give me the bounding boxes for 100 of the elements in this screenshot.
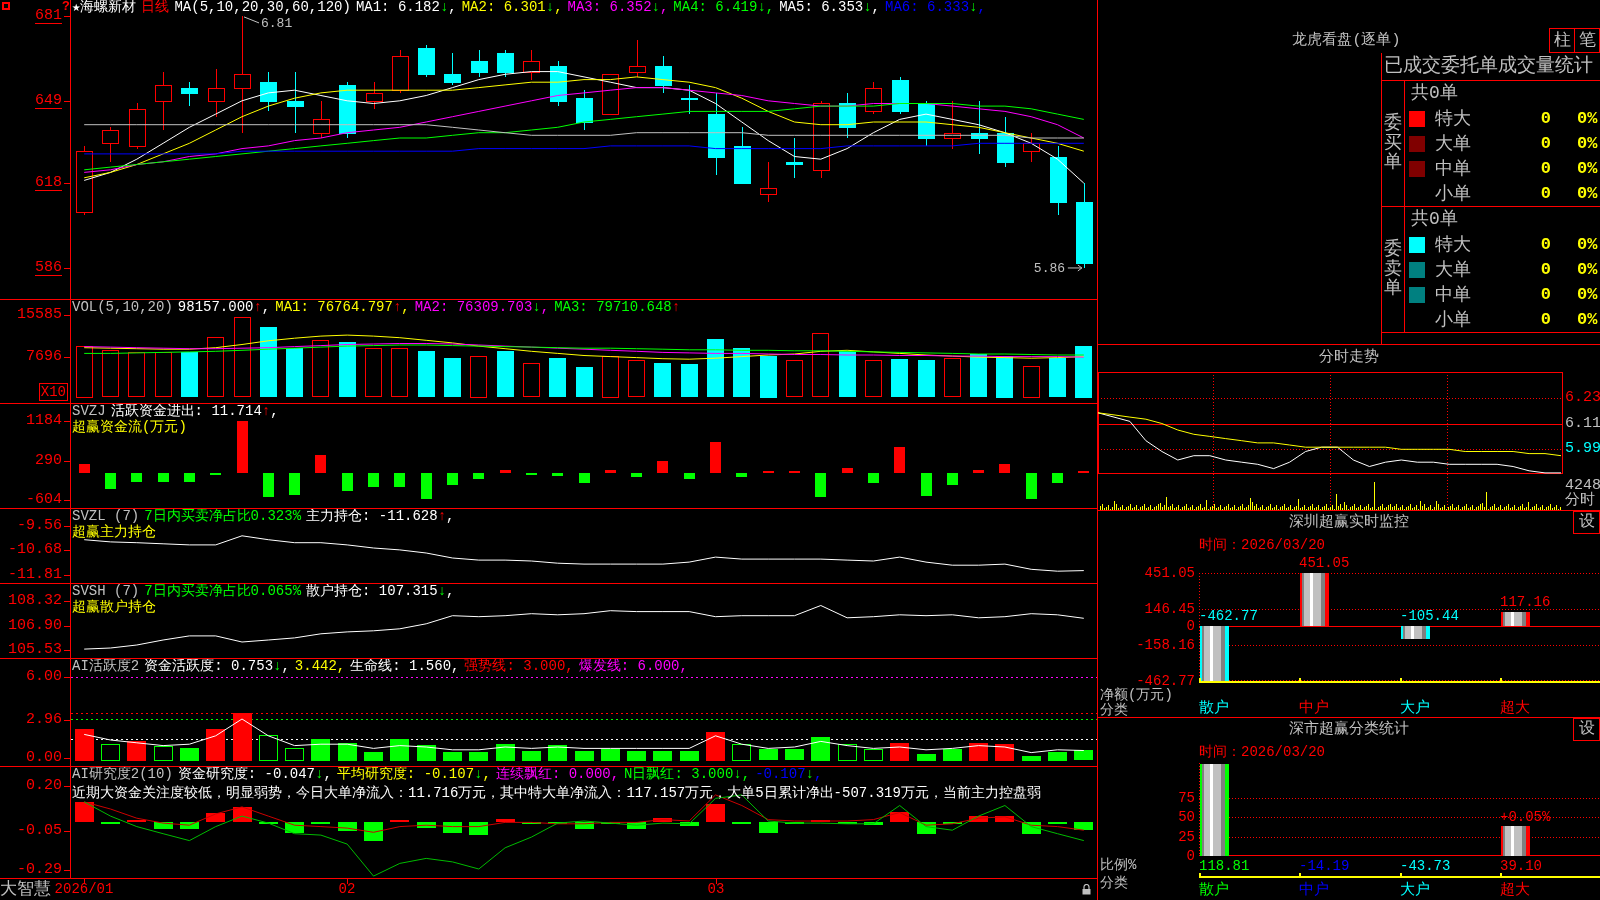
axis-label: 6.23 bbox=[1565, 390, 1600, 406]
table-title: 已成交委托单成交量统计 bbox=[1382, 53, 1600, 81]
order-size-label: 特大 bbox=[1435, 108, 1472, 129]
legend-item: N日飘红: 3.000↓, bbox=[624, 767, 751, 782]
legend-item: 散户持仓: 107.315↓, bbox=[306, 584, 455, 599]
value-label: -14.19 bbox=[1299, 858, 1350, 874]
order-size-label: 小单 bbox=[1435, 309, 1472, 330]
axis-label: 50 bbox=[1177, 809, 1195, 825]
date-label: 2026/01 bbox=[54, 880, 114, 899]
group-label: 委卖单 bbox=[1384, 239, 1402, 300]
legend-item: 7日内买卖净占比0.065% bbox=[144, 584, 302, 599]
legend-item: MA2: 76309.703↓, bbox=[414, 300, 550, 315]
axis-label: 1184 bbox=[26, 413, 62, 429]
category-label: 散户 bbox=[1199, 701, 1229, 717]
axis-label: 649 bbox=[35, 93, 62, 109]
order-share: 0% bbox=[1577, 285, 1598, 304]
high-price-annotation: 6.81 bbox=[243, 15, 293, 31]
axis-label: 105.53 bbox=[8, 642, 62, 658]
legend-item: SVSH (7) bbox=[72, 584, 140, 599]
change-annotation: +0.05% bbox=[1500, 809, 1551, 825]
order-count: 0 bbox=[1539, 260, 1551, 279]
axis-label: 618 bbox=[35, 175, 62, 191]
axis-label: 0 bbox=[1185, 618, 1195, 634]
axis-label: 681 bbox=[35, 8, 62, 24]
legend-item: -0.107↓, bbox=[755, 767, 823, 782]
chart-type-label: 分时 bbox=[1565, 493, 1595, 509]
axis-label: -0.29 bbox=[17, 862, 62, 878]
timestamp: 时间：2026/03/20 bbox=[1198, 743, 1326, 761]
value-label: 39.10 bbox=[1500, 858, 1542, 874]
category-label: 大户 bbox=[1400, 883, 1430, 899]
group-total: 共0单 bbox=[1410, 82, 1459, 105]
axis-label: 15585 bbox=[17, 307, 62, 323]
panel-title: 分时走势 bbox=[1318, 347, 1380, 368]
legend-item: MA1: 6.182↓, bbox=[355, 0, 457, 15]
axis-label: 106.90 bbox=[8, 618, 62, 634]
order-share: 0% bbox=[1577, 134, 1598, 153]
axis-label: 290 bbox=[35, 453, 62, 469]
group-total: 共0单 bbox=[1410, 208, 1459, 231]
axis-label: 146.45 bbox=[1143, 601, 1195, 617]
analysis-note: 近期大资金关注度较低，明显弱势，今日大单净流入：11.716万元，其中特大单净流入：117.157万元，大单5日累计净出-507.319万元，当前主力控盘弱 bbox=[72, 784, 1041, 802]
date-label: 03 bbox=[707, 880, 725, 899]
category-label: 中户 bbox=[1299, 701, 1329, 717]
legend-item: 活跃资金进出: 11.714↑, bbox=[110, 404, 279, 419]
legend-item: SVZL (7) bbox=[72, 509, 140, 524]
value-label: -43.73 bbox=[1400, 858, 1451, 874]
timestamp: 时间：2026/03/20 bbox=[1198, 536, 1326, 554]
legend-item: 3.442, bbox=[294, 659, 346, 674]
unit-label: X10 bbox=[38, 383, 68, 401]
value-label: 451.05 bbox=[1299, 555, 1350, 571]
axis-label: -9.56 bbox=[17, 518, 62, 534]
axis-title: 比例% bbox=[1100, 858, 1137, 873]
panel-title: 龙虎看盘(逐单) bbox=[1291, 30, 1402, 51]
axis-title: 分类 bbox=[1100, 703, 1128, 718]
value-label: -462.77 bbox=[1199, 608, 1258, 624]
axis-label: -11.81 bbox=[8, 567, 62, 583]
legend-item: VOL(5,10,20) bbox=[72, 300, 173, 315]
order-count: 0 bbox=[1539, 109, 1551, 128]
annotation: 5.86 bbox=[1033, 260, 1066, 276]
axis-label: -10.68 bbox=[8, 542, 62, 558]
axis-label: 0.00 bbox=[26, 750, 62, 766]
axis-label: -462.77 bbox=[1136, 673, 1195, 689]
legend-item: MA4: 6.419↓, bbox=[673, 0, 775, 15]
legend-item: 连续飘红: 0.000, bbox=[495, 767, 620, 782]
legend-item: ★海螺新材 bbox=[72, 0, 137, 15]
legend-item: MA1: 76764.797↑, bbox=[275, 300, 410, 315]
axis-label: 6.00 bbox=[26, 669, 62, 685]
annotation: 6.81 bbox=[261, 15, 293, 31]
panel-title: 深圳超赢实时监控 bbox=[1288, 512, 1410, 533]
order-count: 0 bbox=[1539, 285, 1551, 304]
order-count: 0 bbox=[1539, 310, 1551, 329]
group-label: 委买单 bbox=[1384, 113, 1402, 174]
order-count: 0 bbox=[1539, 235, 1551, 254]
order-share: 0% bbox=[1577, 109, 1598, 128]
order-count: 0 bbox=[1539, 184, 1551, 203]
axis-label: 5.99 bbox=[1565, 441, 1600, 457]
order-share: 0% bbox=[1577, 184, 1598, 203]
axis-label: 2.96 bbox=[26, 712, 62, 728]
indicator-caption: 超赢资金流(万元) bbox=[72, 419, 188, 435]
legend-item: MA2: 6.301↓, bbox=[461, 0, 563, 15]
axis-title: 分类 bbox=[1100, 876, 1128, 891]
legend-item: 7日内买卖净占比0.323% bbox=[144, 509, 302, 524]
axis-label: -158.16 bbox=[1135, 637, 1195, 653]
axis-label: 0.20 bbox=[26, 778, 62, 794]
value-label: 118.81 bbox=[1199, 858, 1250, 874]
order-size-label: 中单 bbox=[1435, 158, 1472, 179]
legend-item: MA(5,10,20,30,60,120) bbox=[174, 0, 351, 15]
legend-item: MA3: 79710.648↑ bbox=[554, 300, 681, 315]
axis-label: 75 bbox=[1177, 790, 1195, 806]
order-size-label: 中单 bbox=[1435, 284, 1472, 305]
value-label: 117.16 bbox=[1500, 594, 1551, 610]
order-size-label: 特大 bbox=[1435, 234, 1472, 255]
order-share: 0% bbox=[1577, 159, 1598, 178]
low-price-annotation: 5.86 bbox=[1033, 260, 1083, 276]
axis-label: 25 bbox=[1177, 829, 1195, 845]
axis-label: 451.05 bbox=[1143, 565, 1195, 581]
axis-label: 108.32 bbox=[8, 593, 62, 609]
order-count: 0 bbox=[1539, 134, 1551, 153]
order-count: 0 bbox=[1539, 159, 1551, 178]
indicator-caption: 超赢散户持仓 bbox=[72, 599, 157, 615]
category-label: 超大 bbox=[1500, 701, 1530, 717]
